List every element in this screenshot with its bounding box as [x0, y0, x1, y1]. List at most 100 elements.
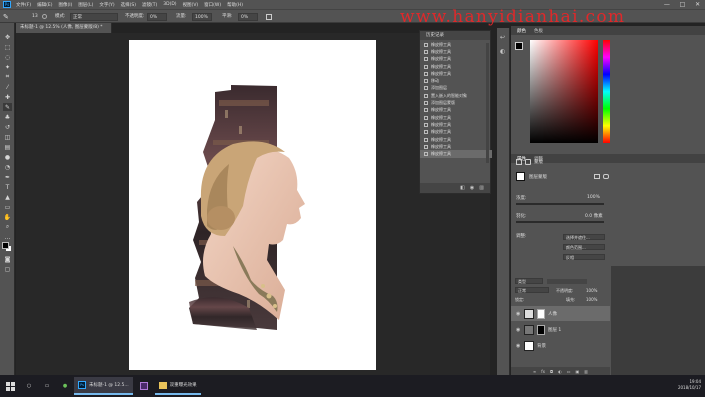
- shape-tool-icon[interactable]: ▭: [3, 203, 12, 211]
- tab-swatches[interactable]: 色板: [534, 28, 543, 34]
- layer-opacity-value[interactable]: 100%: [586, 288, 597, 293]
- color-field[interactable]: [530, 40, 598, 143]
- color-range-button[interactable]: 颜色范围...: [563, 244, 605, 250]
- brush-preset-icon[interactable]: [42, 14, 47, 19]
- history-item[interactable]: 橡皮擦工具: [420, 114, 492, 121]
- history-item[interactable]: 橡皮擦工具: [420, 70, 492, 77]
- history-item[interactable]: 橡皮擦工具: [420, 129, 492, 136]
- new-layer-icon[interactable]: ▣: [576, 369, 580, 374]
- history-item[interactable]: 添加图层蒙版: [420, 99, 492, 106]
- layer-row[interactable]: ◉ 背景: [511, 338, 610, 353]
- lasso-tool-icon[interactable]: ◌: [3, 53, 12, 61]
- taskbar-folder-button[interactable]: 双重曝光效果: [154, 377, 201, 395]
- menu-item-image[interactable]: 图像(I): [58, 2, 72, 8]
- foreground-color-swatch[interactable]: [2, 242, 9, 249]
- menu-item-window[interactable]: 窗口(W): [204, 2, 221, 8]
- mode-select[interactable]: 正常: [70, 13, 118, 21]
- invert-button[interactable]: 反相: [563, 254, 605, 260]
- type-tool-icon[interactable]: T: [3, 183, 12, 191]
- dodge-tool-icon[interactable]: ◔: [3, 163, 12, 171]
- menu-item-view[interactable]: 视图(V): [183, 2, 199, 8]
- menu-item-file[interactable]: 文件(F): [16, 2, 31, 8]
- layer-style-icon[interactable]: fx: [541, 369, 545, 374]
- layer-row[interactable]: ◉ 人像: [511, 306, 610, 321]
- feather-slider[interactable]: [516, 221, 604, 223]
- history-item[interactable]: 移动: [420, 77, 492, 84]
- history-item[interactable]: 橡皮擦工具: [420, 121, 492, 128]
- flow-field[interactable]: 100%: [192, 13, 212, 21]
- crop-tool-icon[interactable]: ⌗: [3, 73, 12, 81]
- gradient-tool-icon[interactable]: ▤: [3, 143, 12, 151]
- history-item[interactable]: 添加图层: [420, 85, 492, 92]
- blend-mode-select[interactable]: 正常: [515, 287, 549, 293]
- opacity-field[interactable]: 0%: [147, 13, 167, 21]
- taskbar-photoshop-button[interactable]: Ps 未标题-1 @ 12.5...: [74, 377, 133, 395]
- visibility-eye-icon[interactable]: ◉: [516, 343, 521, 349]
- history-item[interactable]: 橡皮擦工具: [420, 107, 492, 114]
- menu-item-3d[interactable]: 3D(D): [163, 2, 176, 7]
- history-item[interactable]: 橡皮擦工具: [420, 136, 492, 143]
- camera-icon[interactable]: ◉: [470, 185, 474, 191]
- trash-icon[interactable]: ▥: [479, 185, 484, 191]
- layer-row[interactable]: ◉ 图层 1: [511, 322, 610, 337]
- taskbar-app-icon[interactable]: [133, 375, 155, 397]
- color-swatch-pair[interactable]: [515, 42, 527, 54]
- vector-mask-icon[interactable]: [525, 159, 531, 165]
- path-select-tool-icon[interactable]: ▲: [3, 193, 12, 201]
- history-item[interactable]: 橡皮擦工具: [420, 143, 492, 150]
- move-tool-icon[interactable]: ✥: [3, 33, 12, 41]
- history-scrollbar[interactable]: [486, 43, 489, 163]
- history-item[interactable]: 橡皮擦工具: [420, 41, 492, 48]
- pixel-mask-icon[interactable]: [516, 159, 522, 165]
- density-slider[interactable]: [516, 203, 604, 205]
- document-tab[interactable]: 未标题-1 @ 12.5% (人像, 图层蒙版/8) *: [16, 23, 112, 33]
- hue-slider[interactable]: [603, 40, 610, 143]
- density-value[interactable]: 100%: [587, 195, 600, 200]
- fill-value[interactable]: 100%: [586, 297, 597, 302]
- task-view-icon[interactable]: ▭: [38, 375, 56, 397]
- maximize-button[interactable]: □: [680, 1, 686, 8]
- history-item[interactable]: 置入嵌入的智能对象: [420, 92, 492, 99]
- adjustment-layer-icon[interactable]: ◐: [558, 369, 562, 374]
- adjustments-panel-icon[interactable]: ◐: [500, 48, 505, 55]
- visibility-eye-icon[interactable]: ◉: [516, 327, 521, 333]
- pen-tool-icon[interactable]: ✒: [3, 173, 12, 181]
- history-panel-icon[interactable]: ↩: [500, 34, 505, 41]
- close-button[interactable]: ✕: [695, 1, 700, 8]
- clone-stamp-tool-icon[interactable]: ♣: [3, 113, 12, 121]
- layer-mask-thumbnail[interactable]: [537, 324, 545, 335]
- quick-mask-icon[interactable]: ◙: [3, 255, 12, 263]
- eraser-tool-icon[interactable]: ◫: [3, 133, 12, 141]
- delete-layer-icon[interactable]: ▥: [584, 369, 588, 374]
- minimize-button[interactable]: —: [664, 1, 670, 8]
- layer-filter-select[interactable]: 类型: [515, 278, 543, 284]
- history-item[interactable]: 橡皮擦工具: [420, 63, 492, 70]
- layer-mask-thumbnail[interactable]: [537, 308, 545, 319]
- search-icon[interactable]: ○: [20, 375, 38, 397]
- visibility-eye-icon[interactable]: ◉: [516, 311, 521, 317]
- menu-item-help[interactable]: 帮助(H): [227, 2, 243, 8]
- menu-item-edit[interactable]: 编辑(E): [37, 2, 52, 8]
- zoom-tool-icon[interactable]: ⌕: [3, 223, 12, 231]
- menu-item-select[interactable]: 选择(S): [121, 2, 136, 8]
- brush-size-value[interactable]: 13: [32, 13, 38, 21]
- foreground-color[interactable]: [515, 42, 523, 50]
- menu-item-layer[interactable]: 图层(L): [78, 2, 93, 8]
- system-clock[interactable]: 19:04 2018/10/17: [678, 379, 701, 391]
- add-mask-icon[interactable]: ◘: [550, 369, 553, 374]
- history-brush-tool-icon[interactable]: ↺: [3, 123, 12, 131]
- menu-item-filter[interactable]: 滤镜(T): [142, 2, 157, 8]
- add-vector-mask-icon[interactable]: [603, 174, 609, 179]
- quick-select-tool-icon[interactable]: ✦: [3, 63, 12, 71]
- settings-gear-icon[interactable]: [266, 14, 272, 20]
- marquee-tool-icon[interactable]: ⬚: [3, 43, 12, 51]
- brush-tool-icon[interactable]: ✎: [3, 103, 12, 111]
- smooth-field[interactable]: 0%: [238, 13, 258, 21]
- eyedropper-tool-icon[interactable]: ⁄: [3, 83, 12, 91]
- menu-item-type[interactable]: 文字(Y): [99, 2, 114, 8]
- screen-mode-icon[interactable]: ▢: [3, 265, 12, 273]
- windows-logo-icon[interactable]: [0, 375, 20, 397]
- eraser-tool-preset-icon[interactable]: ✎: [3, 13, 13, 21]
- new-group-icon[interactable]: ▭: [567, 369, 571, 374]
- document-canvas[interactable]: [129, 40, 376, 370]
